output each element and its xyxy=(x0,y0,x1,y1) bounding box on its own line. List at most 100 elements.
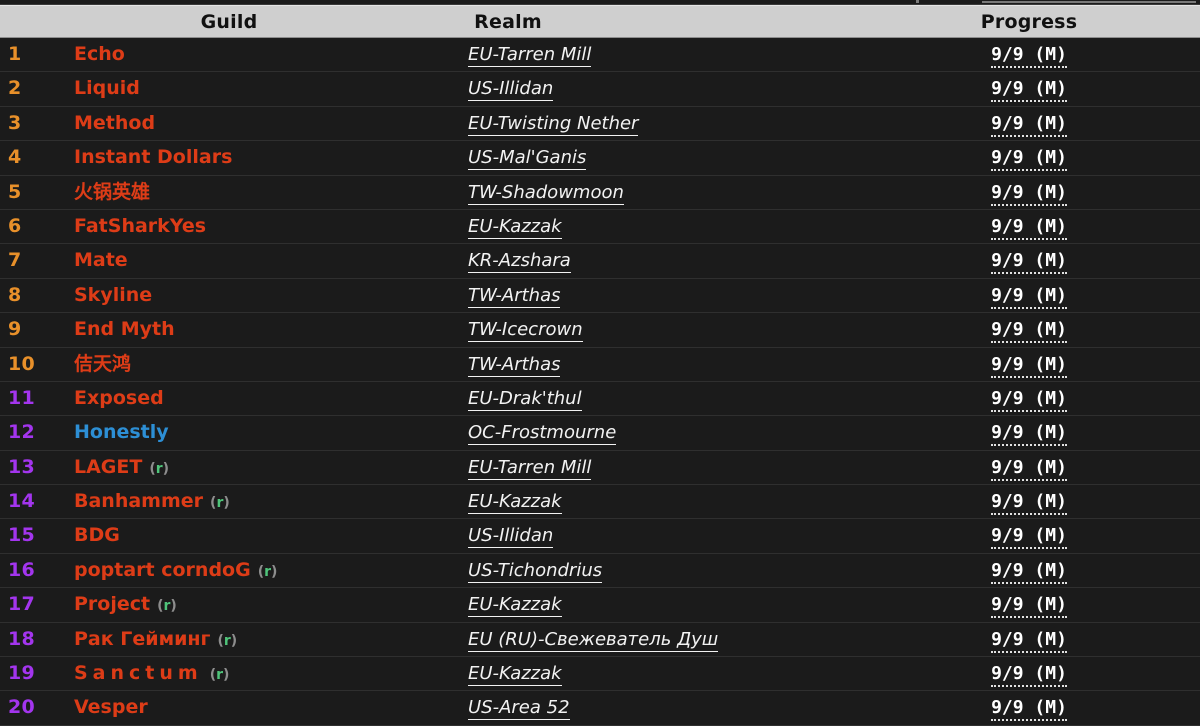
progress-cell[interactable]: 9/9 (M) xyxy=(860,210,1198,243)
guild-name-link[interactable]: Рак Гейминг xyxy=(74,628,210,650)
guild-name-link[interactable]: poptart corndoG xyxy=(74,559,251,581)
guild-name-link[interactable]: BDG xyxy=(74,524,120,546)
progress-value[interactable]: 9/9 (M) xyxy=(991,559,1067,584)
realm-link[interactable]: EU (RU)-Свежеватель Душ xyxy=(468,628,719,652)
guild-cell[interactable]: Sanctum (r) xyxy=(74,657,454,690)
guild-name-link[interactable]: Skyline xyxy=(74,284,152,306)
progress-cell[interactable]: 9/9 (M) xyxy=(860,451,1198,484)
guild-name-link[interactable]: Honestly xyxy=(74,421,169,443)
guild-name-link[interactable]: Mate xyxy=(74,249,128,271)
guild-cell[interactable]: 佶天鸿 xyxy=(74,348,454,381)
realm-link[interactable]: US-Mal'Ganis xyxy=(468,147,587,171)
guild-cell[interactable]: Exposed xyxy=(74,382,454,415)
progress-value[interactable]: 9/9 (M) xyxy=(991,78,1067,103)
progress-cell[interactable]: 9/9 (M) xyxy=(860,38,1198,71)
progress-cell[interactable]: 9/9 (M) xyxy=(860,382,1198,415)
guild-name-link[interactable]: 佶天鸿 xyxy=(74,353,131,375)
column-header-rank[interactable] xyxy=(6,6,64,38)
table-row[interactable]: 3 Method EU-Twisting Nether 9/9 (M) xyxy=(0,106,1200,142)
progress-value[interactable]: 9/9 (M) xyxy=(991,181,1067,206)
progress-value[interactable]: 9/9 (M) xyxy=(991,147,1067,172)
guild-cell[interactable]: Skyline xyxy=(74,279,454,312)
realm-link[interactable]: US-Tichondrius xyxy=(468,559,603,583)
guild-name-link[interactable]: Project xyxy=(74,593,150,615)
table-row[interactable]: 16 poptart corndoG (r) US-Tichondrius 9/9 (M… xyxy=(0,553,1200,589)
guild-name-link[interactable]: Vesper xyxy=(74,696,148,718)
progress-value[interactable]: 9/9 (M) xyxy=(991,319,1067,344)
table-row[interactable]: 17 Project (r) EU-Kazzak 9/9 (M) xyxy=(0,588,1200,623)
guild-name-link[interactable]: Instant Dollars xyxy=(74,146,232,168)
table-row[interactable]: 1 Echo EU-Tarren Mill 9/9 (M) xyxy=(0,38,1200,73)
guild-name-link[interactable]: Sanctum xyxy=(74,662,203,684)
realm-link[interactable]: US-Illidan xyxy=(468,525,554,549)
guild-cell[interactable]: Method xyxy=(74,107,454,140)
progress-cell[interactable]: 9/9 (M) xyxy=(860,623,1198,656)
realm-link[interactable]: EU-Drak'thul xyxy=(468,387,582,411)
table-row[interactable]: 2 Liquid US-Illidan 9/9 (M) xyxy=(0,72,1200,107)
realm-link[interactable]: EU-Tarren Mill xyxy=(468,456,592,480)
table-row[interactable]: 14 Banhammer (r) EU-Kazzak 9/9 (M) xyxy=(0,485,1200,520)
progress-value[interactable]: 9/9 (M) xyxy=(991,628,1067,653)
progress-cell[interactable]: 9/9 (M) xyxy=(860,416,1198,449)
progress-cell[interactable]: 9/9 (M) xyxy=(860,176,1198,209)
progress-cell[interactable]: 9/9 (M) xyxy=(860,588,1198,621)
column-header-realm[interactable]: Realm xyxy=(394,6,622,38)
realm-link[interactable]: TW-Icecrown xyxy=(468,319,583,343)
realm-link[interactable]: EU-Kazzak xyxy=(468,663,562,687)
guild-name-link[interactable]: Exposed xyxy=(74,387,164,409)
progress-cell[interactable]: 9/9 (M) xyxy=(860,244,1198,277)
progress-value[interactable]: 9/9 (M) xyxy=(991,422,1067,447)
realm-link[interactable]: TW-Arthas xyxy=(468,284,561,308)
progress-value[interactable]: 9/9 (M) xyxy=(991,284,1067,309)
table-row[interactable]: 20 Vesper US-Area 52 9/9 (M) xyxy=(0,691,1200,726)
realm-link[interactable]: EU-Kazzak xyxy=(468,594,562,618)
guild-name-link[interactable]: FatSharkYes xyxy=(74,215,206,237)
progress-cell[interactable]: 9/9 (M) xyxy=(860,657,1198,690)
table-row[interactable]: 7 Mate KR-Azshara 9/9 (M) xyxy=(0,244,1200,279)
progress-value[interactable]: 9/9 (M) xyxy=(991,44,1067,68)
table-row[interactable]: 6 FatSharkYes EU-Kazzak 9/9 (M) xyxy=(0,209,1200,245)
guild-cell[interactable]: LAGET (r) xyxy=(74,451,454,484)
guild-cell[interactable]: FatSharkYes xyxy=(74,210,454,243)
guild-name-link[interactable]: End Myth xyxy=(74,318,175,340)
table-row[interactable]: 4 Instant Dollars US-Mal'Ganis 9/9 (M) xyxy=(0,141,1200,176)
table-row[interactable]: 8 Skyline TW-Arthas 9/9 (M) xyxy=(0,278,1200,314)
guild-cell[interactable]: Mate xyxy=(74,244,454,277)
progress-value[interactable]: 9/9 (M) xyxy=(991,663,1067,688)
guild-name-link[interactable]: Echo xyxy=(74,43,125,65)
realm-link[interactable]: KR-Azshara xyxy=(468,250,571,274)
realm-link[interactable]: EU-Tarren Mill xyxy=(468,44,592,67)
progress-cell[interactable]: 9/9 (M) xyxy=(860,313,1198,346)
guild-name-link[interactable]: Liquid xyxy=(74,77,140,99)
realm-link[interactable]: EU-Twisting Nether xyxy=(468,112,639,136)
realm-link[interactable]: TW-Shadowmoon xyxy=(468,181,624,205)
guild-cell[interactable]: Рак Гейминг (r) xyxy=(74,623,454,656)
guild-name-link[interactable]: Method xyxy=(74,112,155,134)
realm-link[interactable]: US-Illidan xyxy=(468,78,554,102)
guild-cell[interactable]: BDG xyxy=(74,519,454,552)
progress-cell[interactable]: 9/9 (M) xyxy=(860,141,1198,174)
guild-cell[interactable]: Liquid xyxy=(74,72,454,105)
progress-cell[interactable]: 9/9 (M) xyxy=(860,554,1198,587)
progress-value[interactable]: 9/9 (M) xyxy=(991,594,1067,619)
table-row[interactable]: 11 Exposed EU-Drak'thul 9/9 (M) xyxy=(0,381,1200,417)
realm-link[interactable]: EU-Kazzak xyxy=(468,215,562,239)
column-header-progress[interactable]: Progress xyxy=(860,6,1198,38)
progress-value[interactable]: 9/9 (M) xyxy=(991,697,1067,722)
progress-value[interactable]: 9/9 (M) xyxy=(991,215,1067,240)
table-row[interactable]: 19 Sanctum (r) EU-Kazzak 9/9 (M) xyxy=(0,657,1200,692)
realm-link[interactable]: TW-Arthas xyxy=(468,353,561,377)
progress-cell[interactable]: 9/9 (M) xyxy=(860,691,1198,724)
progress-value[interactable]: 9/9 (M) xyxy=(991,112,1067,137)
progress-cell[interactable]: 9/9 (M) xyxy=(860,279,1198,312)
realm-link[interactable]: EU-Kazzak xyxy=(468,491,562,515)
table-row[interactable]: 12 Honestly OC-Frostmourne 9/9 (M) xyxy=(0,416,1200,451)
guild-cell[interactable]: 火锅英雄 xyxy=(74,176,454,209)
progress-value[interactable]: 9/9 (M) xyxy=(991,456,1067,481)
progress-value[interactable]: 9/9 (M) xyxy=(991,525,1067,550)
guild-cell[interactable]: Honestly xyxy=(74,416,454,449)
progress-cell[interactable]: 9/9 (M) xyxy=(860,348,1198,381)
guild-cell[interactable]: Vesper xyxy=(74,691,454,724)
progress-value[interactable]: 9/9 (M) xyxy=(991,250,1067,275)
progress-cell[interactable]: 9/9 (M) xyxy=(860,72,1198,105)
